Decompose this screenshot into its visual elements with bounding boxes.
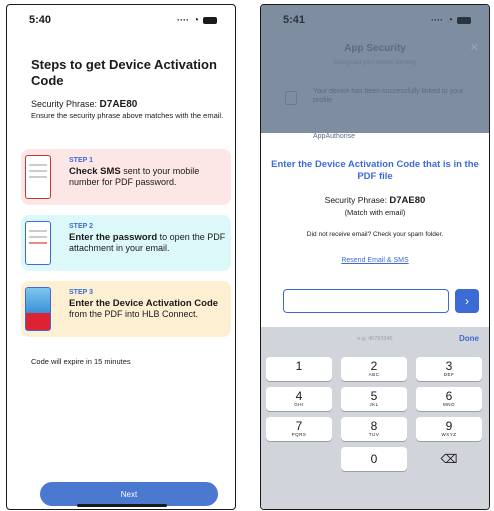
signal-icon: ····: [430, 15, 443, 25]
resend-link[interactable]: Resend Email & SMS: [261, 257, 489, 264]
security-phrase-value: D7AE80: [389, 195, 426, 206]
key-9[interactable]: 9 WXYZ: [416, 417, 482, 441]
next-button[interactable]: Next: [40, 482, 218, 506]
keypad-toolbar: e.g. 45783345 Done: [261, 327, 489, 355]
key-5[interactable]: 5 JKL: [341, 387, 407, 411]
key-2[interactable]: 2 ABC: [341, 357, 407, 381]
delete-key[interactable]: ⌫: [416, 447, 482, 471]
activation-code-input[interactable]: [283, 289, 449, 313]
hlb-connect-app-icon: [25, 287, 51, 331]
step-card-2: STEP 2 Enter the password to open the PD…: [21, 215, 231, 271]
security-phrase: Security Phrase: D7AE80: [31, 99, 137, 110]
dimmed-background: 5:41 ···· ◔ App Security Safeguard your …: [261, 5, 489, 140]
lock-icon: [285, 91, 297, 105]
status-time: 5:41: [283, 14, 306, 26]
expiry-note: Code will expire in 15 minutes: [31, 357, 131, 366]
wifi-icon: ◔: [446, 14, 453, 26]
page-title: Steps to get Device Activation Code: [31, 57, 217, 88]
numeric-keypad: e.g. 45783345 Done 1 2 ABC 3 DEF 4 GHI 5 JKL…: [261, 327, 489, 509]
step-number: STEP 1: [69, 157, 93, 164]
spam-note: Did not receive email? Check your spam f…: [306, 231, 444, 238]
security-phrase-label: Security Phrase:: [31, 99, 98, 109]
step-text: Enter the Device Activation Code from th…: [69, 298, 219, 319]
sms-phone-icon: [25, 155, 51, 199]
step-text: Check SMS sent to your mobile number for…: [69, 166, 200, 187]
pdf-email-icon: [25, 221, 51, 265]
key-6[interactable]: 6 MNO: [416, 387, 482, 411]
status-bar: 5:41 ···· ◔: [261, 5, 489, 35]
sheet-heading: Enter the Device Activation Code that is…: [271, 159, 479, 182]
security-phrase-label: Security Phrase:: [324, 195, 388, 205]
key-1[interactable]: 1: [266, 357, 332, 381]
submit-arrow-button[interactable]: ›: [455, 289, 479, 313]
step-card-3: STEP 3 Enter the Device Activation Code …: [21, 281, 231, 337]
background-authorise: AppAuthorise: [313, 133, 356, 140]
match-note: (Match with email): [344, 208, 406, 217]
battery-icon: [203, 16, 217, 24]
chevron-right-icon: ›: [465, 294, 469, 308]
step-number: STEP 3: [69, 289, 93, 296]
done-button[interactable]: Done: [459, 334, 479, 343]
key-7[interactable]: 7 PQRS: [266, 417, 332, 441]
security-phrase: Security Phrase: D7AE80: [261, 195, 489, 206]
key-3[interactable]: 3 DEF: [416, 357, 482, 381]
battery-icon: [457, 16, 471, 24]
ensure-text: Ensure the security phrase above matches…: [31, 111, 224, 120]
input-hint: e.g. 45783345: [357, 336, 393, 342]
key-8[interactable]: 8 TUV: [341, 417, 407, 441]
background-message: Your device has been successfully linked…: [313, 88, 464, 104]
background-subtitle: Safeguard your mobile banking: [333, 60, 417, 66]
status-time: 5:40: [29, 14, 52, 26]
device-activation-steps-screen: 5:40 ···· ◔ Steps to get Device Activati…: [6, 4, 236, 510]
background-title: App Security: [344, 43, 406, 54]
close-icon: ✕: [469, 42, 479, 54]
signal-icon: ····: [176, 15, 189, 25]
status-bar: 5:40 ···· ◔: [7, 5, 235, 35]
step-card-1: STEP 1 Check SMS sent to your mobile num…: [21, 149, 231, 205]
key-4[interactable]: 4 GHI: [266, 387, 332, 411]
security-phrase-value: D7AE80: [99, 99, 138, 110]
key-0[interactable]: 0: [341, 447, 407, 471]
step-number: STEP 2: [69, 223, 93, 230]
activation-code-entry-screen: 5:41 ···· ◔ App Security Safeguard your …: [260, 4, 490, 510]
wifi-icon: ◔: [192, 14, 199, 26]
home-indicator: [77, 504, 167, 507]
step-text: Enter the password to open the PDF attac…: [69, 232, 226, 253]
backspace-icon: ⌫: [440, 452, 458, 466]
